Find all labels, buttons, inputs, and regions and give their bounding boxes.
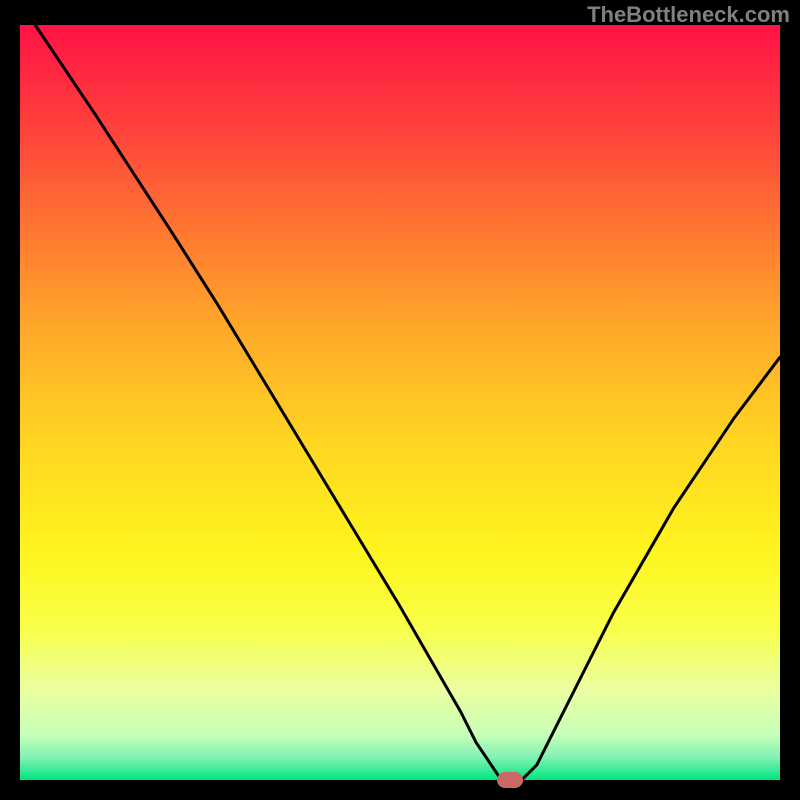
- watermark-text: TheBottleneck.com: [587, 2, 790, 28]
- chart-container: TheBottleneck.com: [0, 0, 800, 800]
- optimal-point-marker: [497, 772, 523, 788]
- bottleneck-curve: [20, 25, 780, 780]
- plot-area: [20, 25, 780, 780]
